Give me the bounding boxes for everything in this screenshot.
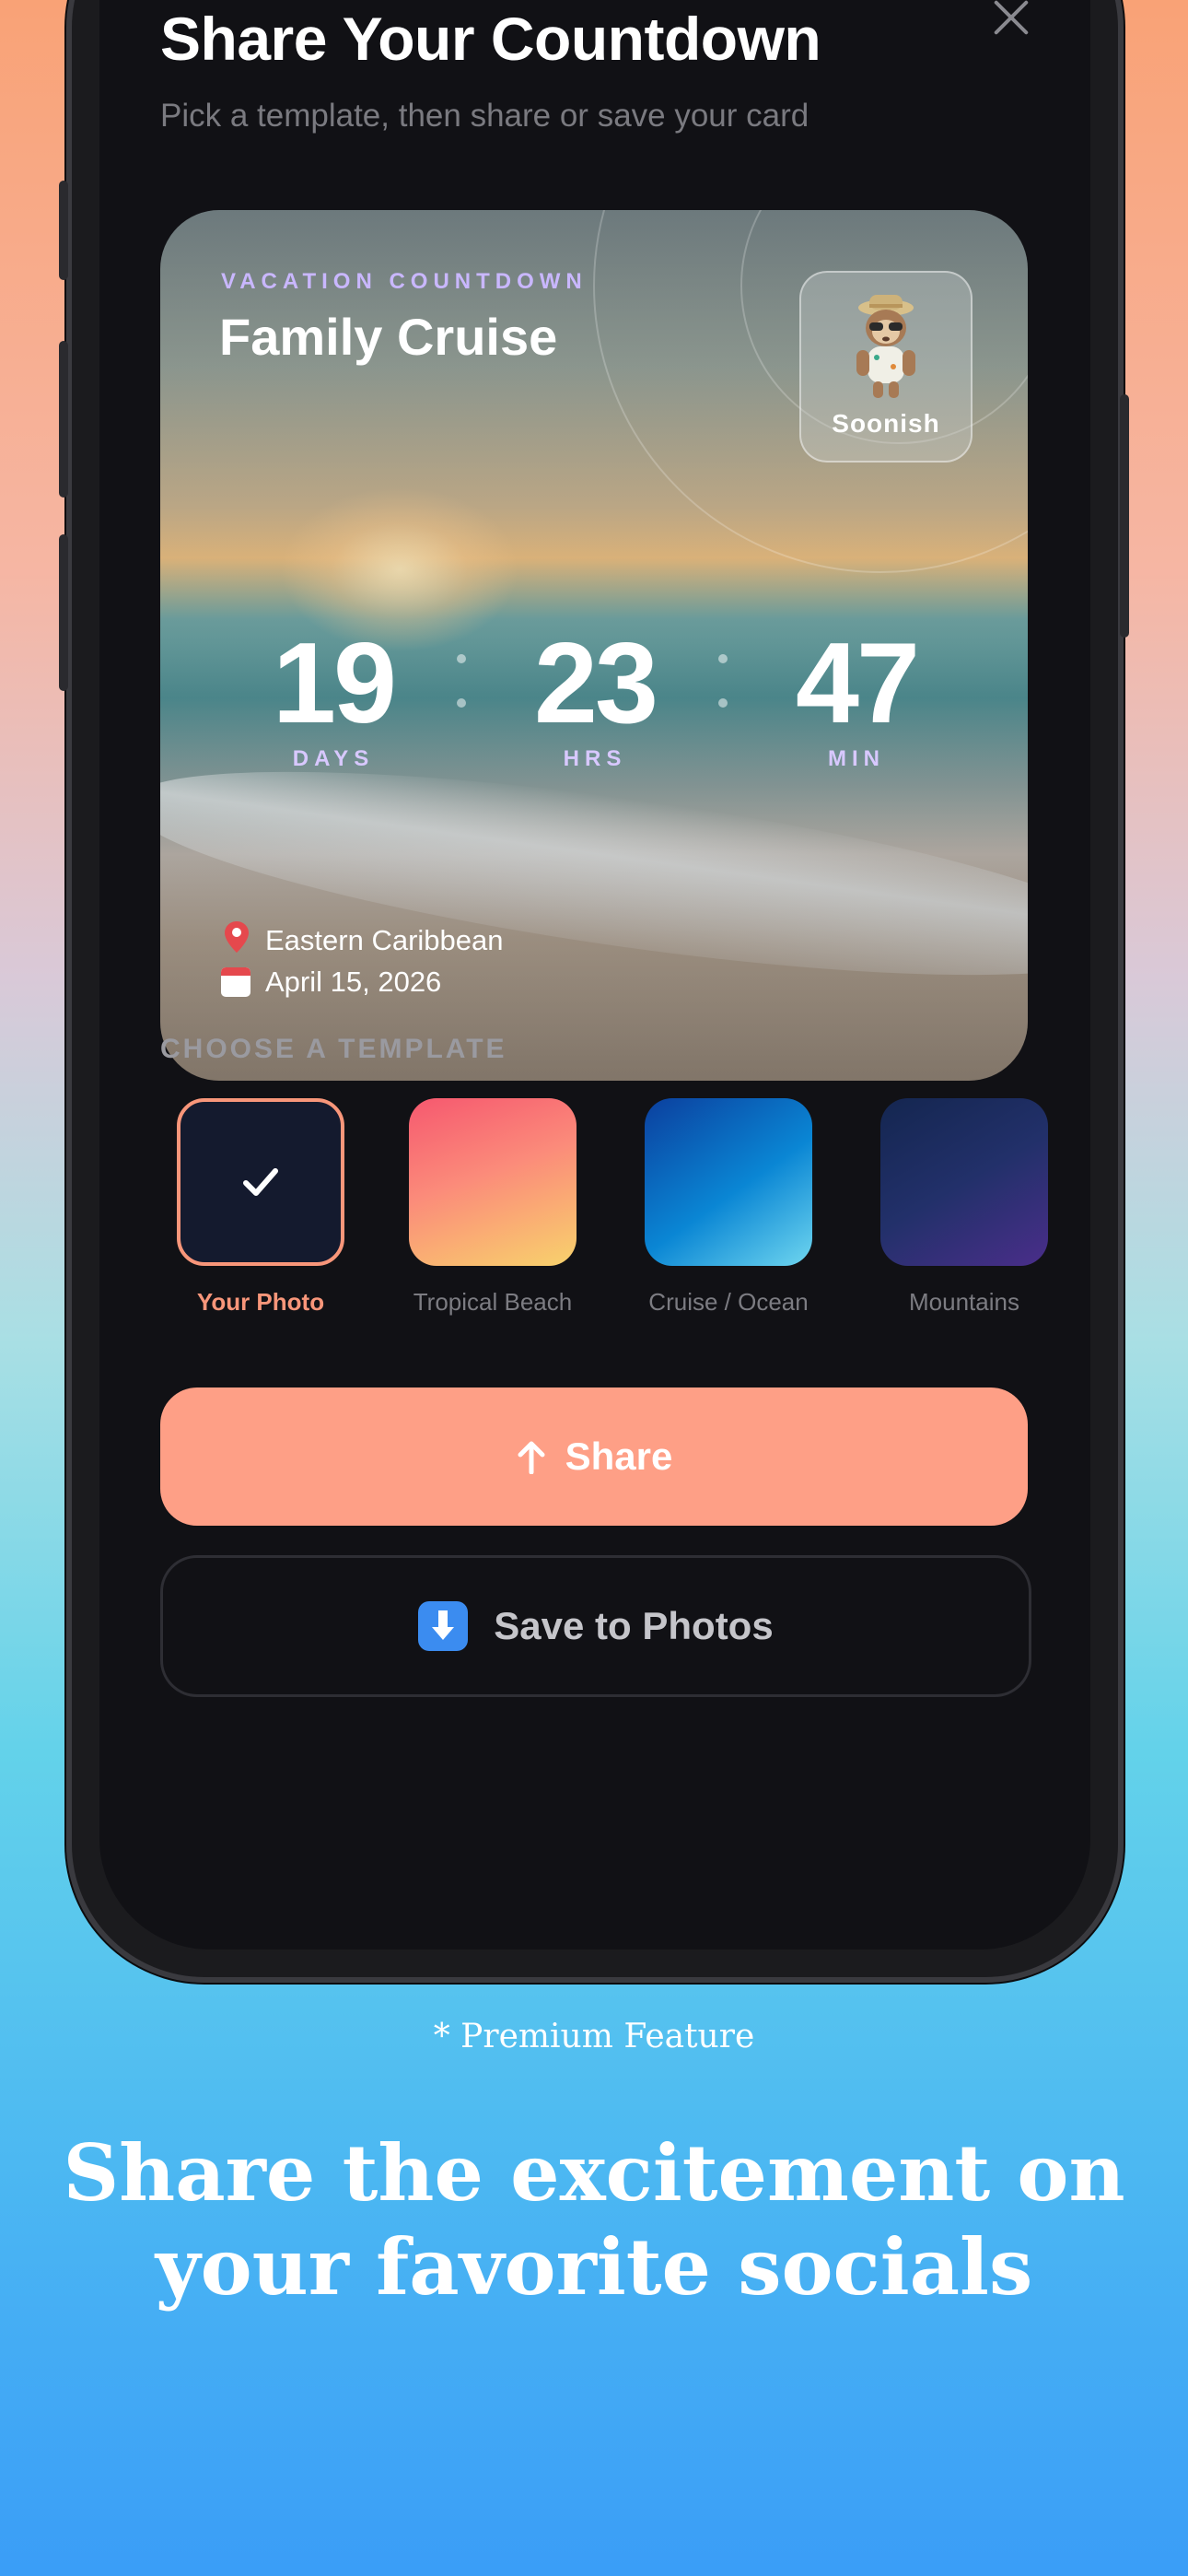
share-button[interactable]: Share (160, 1388, 1028, 1526)
phone-power-button (1120, 394, 1129, 638)
countdown-separator (718, 654, 728, 715)
template-label: Cruise / Ocean (648, 1288, 809, 1316)
template-mountains[interactable]: Mountains (877, 1098, 1052, 1317)
template-swatch (645, 1098, 812, 1266)
checkmark-icon (243, 1168, 278, 1196)
countdown-days-value: 19 (273, 620, 397, 747)
template-section-label: CHOOSE A TEMPLATE (160, 1034, 507, 1064)
template-swatch (409, 1098, 577, 1266)
date-text: April 15, 2026 (265, 966, 442, 998)
countdown-hours: 23 HRS (484, 626, 705, 772)
template-swatch (880, 1098, 1048, 1266)
template-your-photo[interactable]: Your Photo (173, 1098, 348, 1317)
share-arrow-icon (518, 1441, 545, 1474)
phone-volume-up (59, 341, 68, 498)
close-icon[interactable] (989, 0, 1035, 41)
share-sheet: Share Your Countdown Pick a template, th… (99, 0, 1090, 1950)
countdown-separator (457, 654, 466, 715)
card-kicker: VACATION COUNTDOWN (221, 269, 588, 294)
countdown-days-unit: DAYS (292, 746, 375, 771)
template-swatch (177, 1098, 344, 1266)
countdown-minutes-value: 47 (796, 620, 920, 747)
calendar-icon (221, 967, 252, 997)
phone-screen: Share Your Countdown Pick a template, th… (99, 0, 1090, 1950)
countdown-card-preview: VACATION COUNTDOWN Family Cruise Soonish… (160, 210, 1028, 1081)
countdown-minutes-unit: MIN (828, 746, 885, 771)
template-label: Tropical Beach (413, 1288, 573, 1316)
download-icon (418, 1601, 469, 1651)
sloth-mascot-icon (856, 295, 915, 398)
countdown-minutes: 47 MIN (746, 626, 967, 772)
template-cruise-ocean[interactable]: Cruise / Ocean (641, 1098, 816, 1317)
save-button-label: Save to Photos (494, 1604, 774, 1647)
template-label: Mountains (909, 1288, 1019, 1316)
share-button-label: Share (565, 1434, 673, 1478)
phone-side-button (59, 181, 68, 280)
phone-volume-down (59, 534, 68, 691)
template-label: Your Photo (196, 1288, 325, 1316)
countdown-hours-unit: HRS (563, 746, 627, 771)
sheet-title: Share Your Countdown (160, 5, 821, 73)
countdown-hours-value: 23 (534, 620, 658, 747)
save-to-photos-button[interactable]: Save to Photos (160, 1555, 1031, 1697)
mascot-badge: Soonish (799, 271, 973, 463)
premium-note: * Premium Feature (433, 2018, 755, 2055)
location-text: Eastern Caribbean (265, 924, 504, 956)
date-row: April 15, 2026 (221, 966, 441, 999)
pin-icon (221, 921, 252, 960)
badge-label: Soonish (832, 409, 940, 438)
card-title: Family Cruise (219, 308, 558, 366)
sheet-subtitle: Pick a template, then share or save your… (160, 98, 809, 134)
location-row: Eastern Caribbean (221, 921, 504, 960)
template-tropical-beach[interactable]: Tropical Beach (405, 1098, 580, 1317)
countdown-days: 19 DAYS (223, 626, 444, 772)
marketing-headline: Share the excitement on your favorite so… (63, 2127, 1125, 2313)
